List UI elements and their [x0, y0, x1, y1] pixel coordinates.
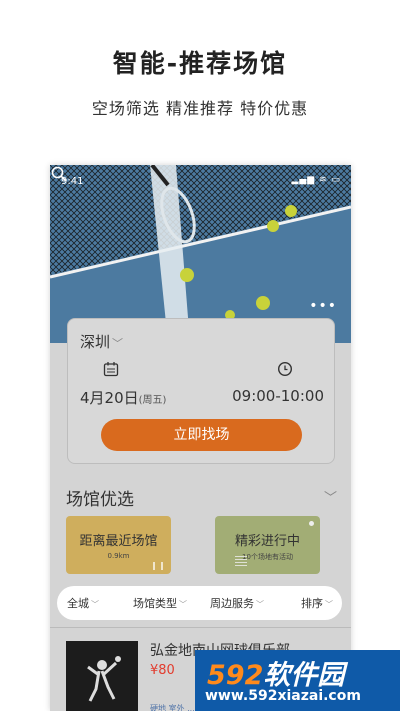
chevron-down-icon: ﹀	[179, 600, 187, 609]
filter-bar: 全城 ﹀ 场馆类型 ﹀ 周边服务 ﹀ 排序 ﹀	[57, 586, 342, 620]
watermark-number: 592	[207, 660, 264, 691]
filter-venue-type[interactable]: 场馆类型 ﹀	[133, 595, 187, 611]
venue-thumbnail	[66, 641, 138, 711]
time-picker[interactable]: 09:00-10:00	[232, 387, 324, 405]
decoration-icon	[153, 562, 163, 570]
more-icon[interactable]: •••	[309, 298, 337, 314]
filter-label: 周边服务	[210, 597, 254, 610]
filter-sort[interactable]: 排序 ﹀	[301, 595, 333, 611]
venue-price: ¥80	[150, 663, 175, 678]
filter-services[interactable]: 周边服务 ﹀	[210, 595, 264, 611]
card-title: 距离最近场馆	[79, 534, 158, 549]
filter-label: 全城	[67, 597, 89, 610]
hero-banner: 9:41 ▂▄▆ ≋ ▭ •••	[50, 165, 351, 343]
watermark-brand: 软件园	[263, 660, 345, 691]
stripes-icon	[235, 556, 247, 566]
tennis-court-image	[50, 165, 351, 343]
calendar-icon	[103, 362, 119, 377]
city-selector[interactable]: 深圳 ﹀	[80, 331, 123, 352]
card-subtitle: 0.9km	[107, 552, 130, 560]
nearest-venue-card[interactable]: 距离最近场馆 0.9km	[66, 516, 171, 574]
booking-card: 深圳 ﹀ 4月20日(周五) 09:00-10:00 立即找场	[67, 318, 335, 464]
chevron-down-icon: ﹀	[91, 600, 99, 609]
promo-subtitle: 空场筛选 精准推荐 特价优惠	[91, 99, 309, 118]
watermark-url: www.592xiazai.com	[205, 688, 361, 704]
search-icon[interactable]	[50, 165, 68, 183]
phone-screen: 9:41 ▂▄▆ ≋ ▭ ••• 深圳 ﹀ 4月20日(周五) 09:00-10:…	[50, 165, 351, 711]
watermark-logo: 592软件园 www.592xiazai.com	[195, 650, 400, 711]
venue-tags: 硬地 室外 ...	[150, 704, 195, 711]
weekday-label: (周五)	[138, 395, 167, 406]
find-venue-button[interactable]: 立即找场	[101, 419, 302, 451]
filter-label: 排序	[301, 597, 323, 610]
date-label: 4月20日	[80, 389, 139, 407]
status-icons: ▂▄▆ ≋ ▭	[291, 175, 341, 185]
section-chevron-down-icon[interactable]: ﹀	[324, 487, 337, 506]
date-picker[interactable]: 4月20日(周五)	[80, 387, 166, 408]
promo-title: 智能-推荐场馆	[112, 49, 288, 78]
clock-icon	[277, 361, 293, 377]
live-events-card[interactable]: 精彩进行中 10个场地有活动	[215, 516, 320, 574]
city-label: 深圳	[80, 333, 111, 351]
chevron-down-icon: ﹀	[325, 600, 333, 609]
filter-area[interactable]: 全城 ﹀	[67, 595, 99, 611]
section-title: 场馆优选	[66, 490, 134, 510]
dot-icon	[309, 521, 314, 526]
filter-label: 场馆类型	[133, 597, 177, 610]
card-title: 精彩进行中	[234, 534, 300, 549]
chevron-down-icon: ﹀	[112, 337, 124, 350]
card-subtitle: 10个场地有活动	[242, 553, 293, 561]
chevron-down-icon: ﹀	[256, 600, 264, 609]
